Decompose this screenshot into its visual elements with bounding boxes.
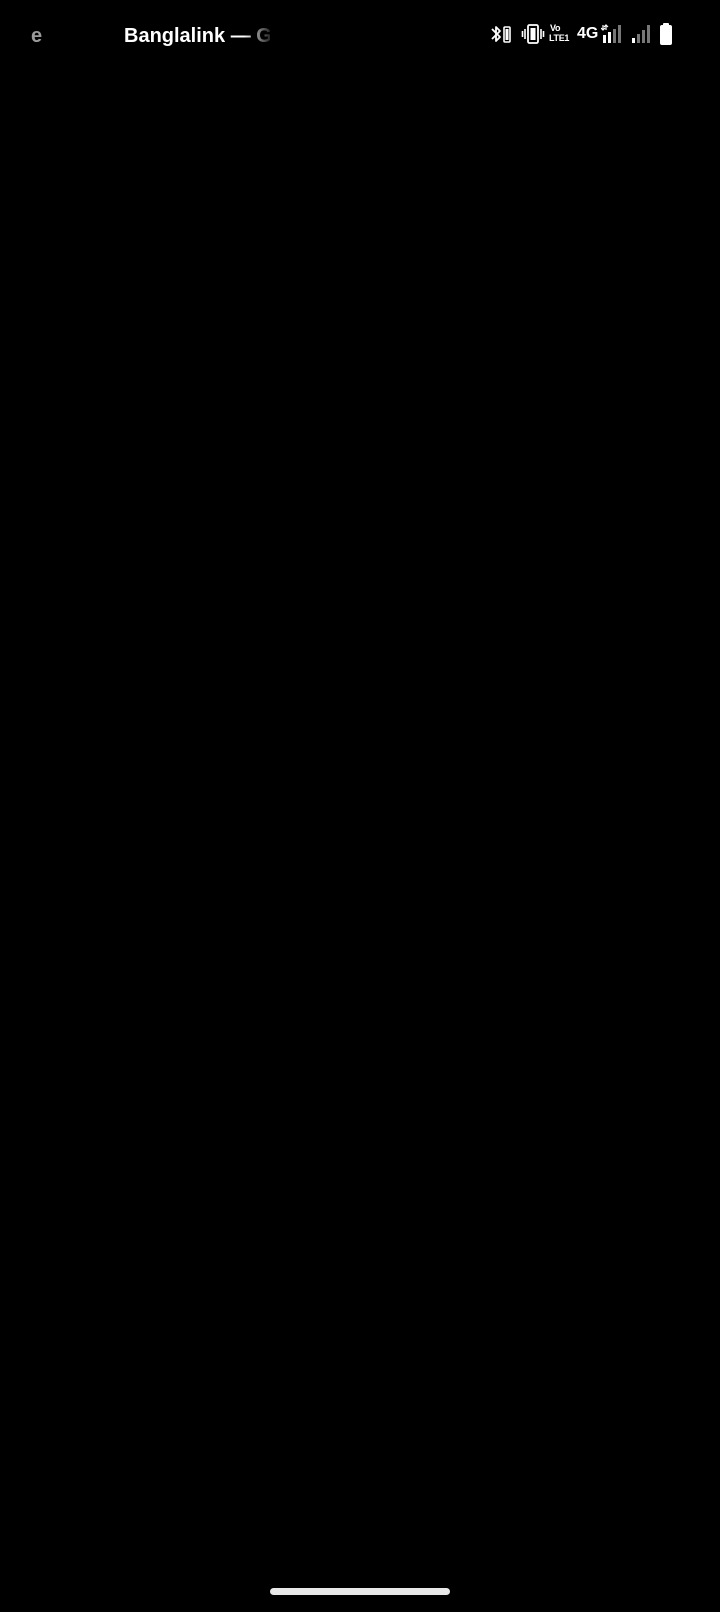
signal-sim1-icon — [601, 24, 621, 43]
network-type-label: 4G — [577, 25, 599, 42]
status-bar: e Banglalink — Gra Vo LTE1 4G — [0, 0, 720, 72]
battery-icon — [660, 23, 672, 45]
volte-icon: Vo — [550, 23, 561, 33]
screen: e Banglalink — Gra Vo LTE1 4G — [0, 0, 720, 1612]
vibrate-icon — [521, 24, 545, 44]
carrier-ticker-text: Banglalink — Gra — [124, 25, 270, 47]
volte-lte-label: LTE1 — [549, 33, 570, 43]
signal-sim2-icon — [632, 25, 650, 43]
home-gesture-bar[interactable] — [270, 1588, 450, 1595]
bluetooth-icon — [491, 26, 511, 43]
notification-ticker-fragment: e — [31, 25, 43, 47]
